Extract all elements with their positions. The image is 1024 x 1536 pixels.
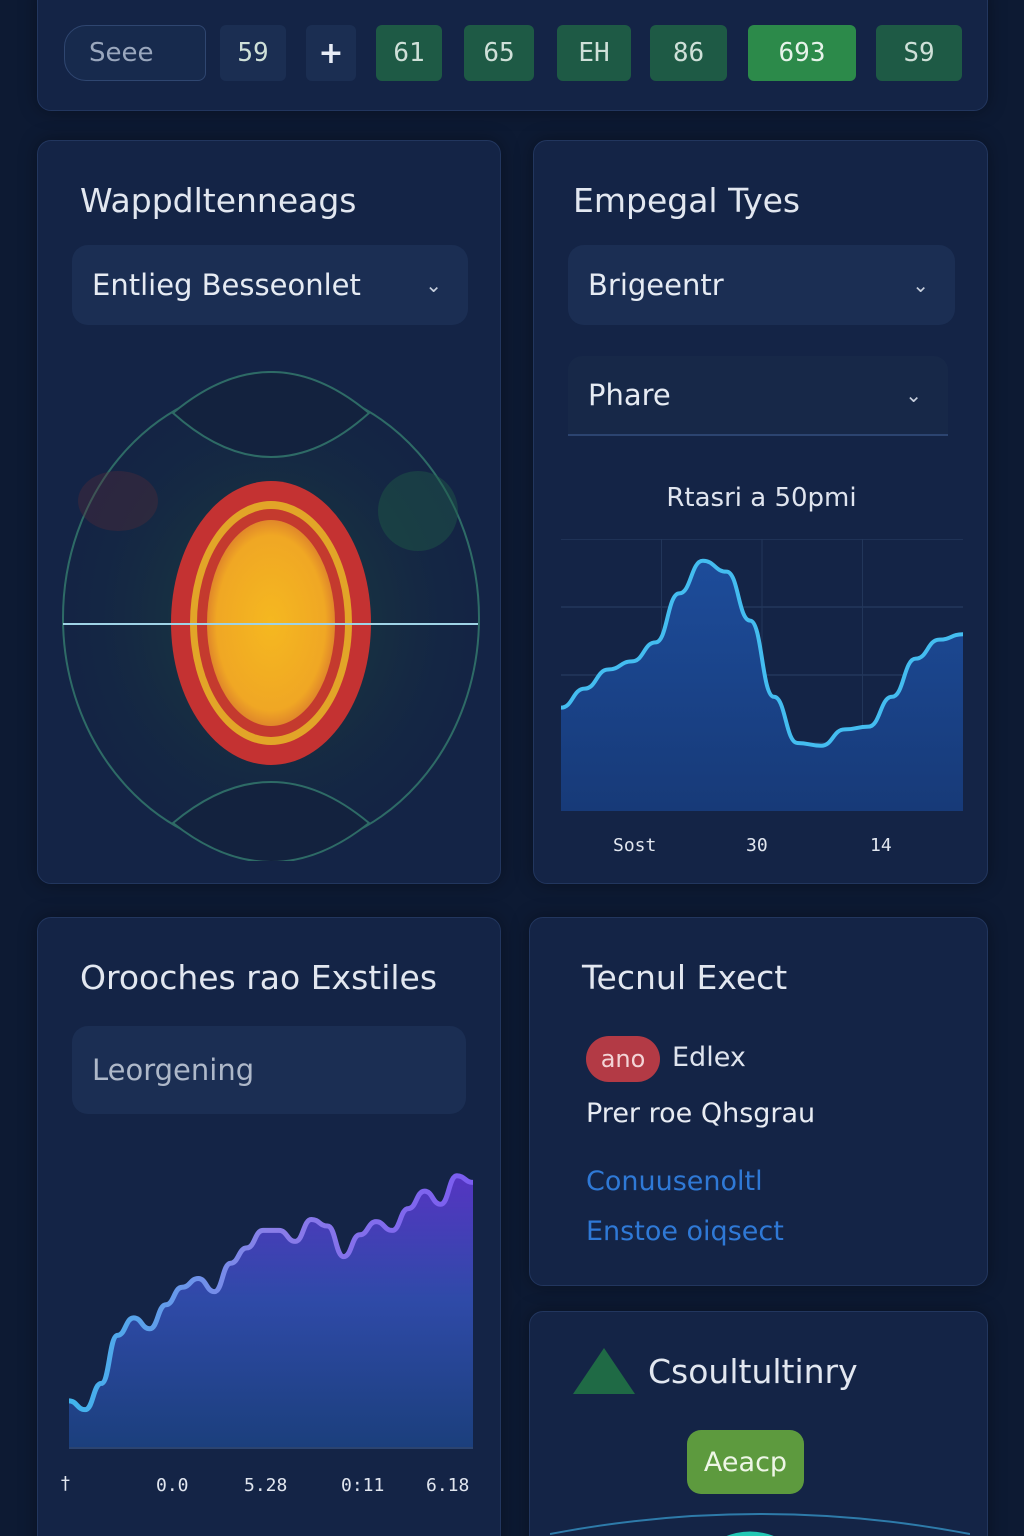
add-button[interactable]: + [306,25,356,81]
glow-spot [78,471,158,531]
dropdown-value: Entlieg Besseonlet [92,268,361,302]
x-tick-label: 5.28 [244,1475,288,1496]
panel-title: Tecnul Exect [582,958,788,997]
toolbar-button-1[interactable]: 59 [220,25,286,81]
data-point [725,570,729,574]
data-point [795,741,799,745]
data-point [748,619,752,623]
source-dropdown[interactable]: Entlieg Besseonlet ⌄ [72,245,468,325]
link-2[interactable]: Enstoe oiqsect [586,1216,784,1247]
panel-orches: Orooches rao Exstiles Leorgening † 0.0 5… [37,917,501,1536]
data-point [654,640,658,644]
data-point [819,744,823,748]
data-point [606,668,610,672]
chevron-down-icon: ⌄ [912,273,929,297]
x-tick-label: 0:11 [341,1475,385,1496]
badge-label: Edlex [672,1042,746,1073]
data-point [866,725,870,729]
series-area [69,1175,473,1449]
top-toolbar: Seee 59 + 61 65 EH 86 693 S9 [37,0,988,111]
panel-types: Empegal Tyes Brigeentr ⌄ Phare ⌄ Rtasri … [533,140,988,884]
glow-spot [378,471,458,551]
toolbar-button-6[interactable]: 86 [650,25,727,81]
panel-title: Orooches rao Exstiles [80,958,438,997]
panel-title: Csoultultinry [648,1352,858,1391]
data-point [701,559,705,563]
area-chart [69,1173,473,1449]
apply-button[interactable]: Aeacp [687,1430,804,1494]
data-point [843,727,847,731]
data-point [772,695,776,699]
x-tick-label: 0.0 [156,1475,189,1496]
chevron-down-icon: ⌄ [905,383,922,407]
panel-subtitle: Prer roe Qhsgrau [586,1098,816,1129]
panel-tecnul: Tecnul Exect ano Edlex Prer roe Qhsgrau … [529,917,988,1286]
status-badge: ano [586,1036,660,1082]
x-tick-label: 30 [746,835,768,856]
panel-consult: Csoultultinry Aeacp [529,1311,988,1536]
phase-dropdown[interactable]: Phare ⌄ [568,356,948,436]
data-point [630,659,634,663]
search-input[interactable]: Seee [64,25,206,81]
gauge-arc [550,1513,970,1536]
data-point [890,695,894,699]
panel-waveform: Wappdltenneags Entlieg Besseonlet ⌄ [37,140,501,884]
plus-icon: + [318,35,344,71]
x-tick-label: Sost [613,835,657,856]
data-point [914,657,918,661]
x-tick-label: 14 [870,835,892,856]
chart-caption: Rtasri a 50pmi [666,483,857,513]
triangle-icon [573,1348,635,1394]
toolbar-button-8[interactable]: S9 [876,25,962,81]
chevron-down-icon: ⌄ [425,273,442,297]
data-point [583,687,587,691]
radial-heatmap [62,371,480,861]
line-chart [561,539,963,811]
toolbar-button-3[interactable]: 61 [376,25,442,81]
x-tick-label: 6.18 [426,1475,470,1496]
toolbar-button-5[interactable]: EH [557,25,631,81]
panel-title: Empegal Tyes [573,181,801,220]
dropdown-value: Phare [588,378,671,412]
input-value: Leorgening [92,1053,255,1087]
dropdown-value: Brigeentr [588,268,724,302]
toolbar-button-4[interactable]: 65 [464,25,534,81]
filter-input[interactable]: Leorgening [72,1026,466,1114]
data-point [677,591,681,595]
link-1[interactable]: Conuusenoltl [586,1166,763,1197]
toolbar-button-active[interactable]: 693 [748,25,856,81]
panel-title: Wappdltenneags [80,181,357,220]
data-point [937,638,941,642]
x-tick-label: † [60,1473,71,1494]
type-dropdown[interactable]: Brigeentr ⌄ [568,245,955,325]
